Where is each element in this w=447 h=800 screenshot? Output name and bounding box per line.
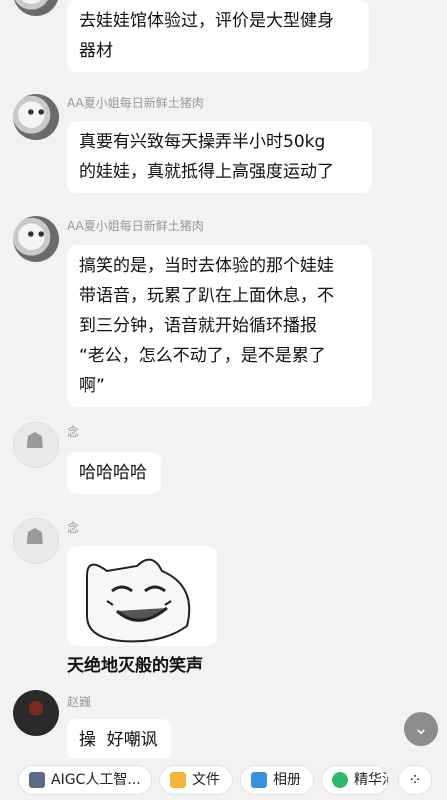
toolbar-item-label: 精华消 <box>354 772 388 788</box>
message-bubble[interactable]: 哈哈哈哈 <box>67 452 161 494</box>
grid-icon: ⁘ <box>408 770 422 789</box>
avatar[interactable] <box>13 0 59 16</box>
toolbar-item-label: 相册 <box>273 772 301 788</box>
message-bubble[interactable]: 操 好嘲讽 <box>67 719 171 758</box>
chevron-down-icon: ⌄ <box>413 718 429 739</box>
toolbar-featured-button[interactable]: 精华消 <box>321 765 389 795</box>
sender-name: 念 <box>67 425 80 439</box>
more-apps-button[interactable]: ⁘ <box>398 765 432 795</box>
avatar[interactable]: ☗ <box>13 422 59 468</box>
message-line: 真要有兴致每天操弄半小时50kg <box>79 132 326 152</box>
message-bubble[interactable]: 去娃娃馆体验过，评价是大型健身 器材 <box>67 0 369 72</box>
sticker-caption: 天绝地灭般的笑声 <box>67 656 203 676</box>
toolbar-album-button[interactable]: 相册 <box>240 765 314 795</box>
sender-name: 念 <box>67 521 80 535</box>
message-line: “老公，怎么不动了，是不是累了 <box>79 346 326 366</box>
message-bubble[interactable]: 搞笑的是，当时去体验的那个娃娃 带语音，玩累了趴在上面休息，不 到三分钟，语音就… <box>67 245 372 407</box>
message-line: 哈哈哈哈 <box>79 463 147 483</box>
message-line: 操 好嘲讽 <box>79 730 158 750</box>
message-line: 啊” <box>79 376 105 396</box>
message-line: 带语音，玩累了趴在上面休息，不 <box>79 286 334 306</box>
cat-logo-icon: ☗ <box>25 525 45 550</box>
laughing-face-sticker <box>86 558 191 643</box>
photo-icon <box>251 772 267 788</box>
scroll-down-button[interactable]: ⌄ <box>404 712 438 746</box>
avatar[interactable] <box>13 690 59 736</box>
sender-name: AA夏小姐每日新鲜土猪肉 <box>67 96 204 110</box>
avatar[interactable]: ☗ <box>13 518 59 564</box>
sender-name: 赵巍 <box>67 695 92 709</box>
message-line: 器材 <box>79 41 113 61</box>
avatar[interactable] <box>13 94 59 140</box>
message-bubble[interactable]: 真要有兴致每天操弄半小时50kg 的娃娃，真就抵得上高强度运动了 <box>67 121 372 193</box>
sender-name: AA夏小姐每日新鲜土猪肉 <box>67 219 204 233</box>
folder-icon <box>170 772 186 788</box>
bottom-toolbar: AIGC人工智... 文件 相册 精华消 ⁘ <box>0 758 447 800</box>
message-line: 去娃娃馆体验过，评价是大型健身 <box>79 11 334 31</box>
cat-logo-icon: ☗ <box>25 429 45 454</box>
chat-area[interactable]: 去娃娃馆体验过，评价是大型健身 器材 AA夏小姐每日新鲜土猪肉 真要有兴致每天操… <box>0 0 447 758</box>
toolbar-app-button[interactable]: AIGC人工智... <box>18 765 152 795</box>
message-line: 到三分钟，语音就开始循环播报 <box>79 316 317 336</box>
message-line: 搞笑的是，当时去体验的那个娃娃 <box>79 256 334 276</box>
star-icon <box>332 772 348 788</box>
toolbar-item-label: AIGC人工智... <box>51 772 141 788</box>
message-line: 的娃娃，真就抵得上高强度运动了 <box>79 162 334 182</box>
toolbar-files-button[interactable]: 文件 <box>159 765 233 795</box>
app-icon <box>29 772 45 788</box>
sticker-image[interactable] <box>67 546 217 646</box>
toolbar-item-label: 文件 <box>192 772 220 788</box>
avatar[interactable] <box>13 216 59 262</box>
